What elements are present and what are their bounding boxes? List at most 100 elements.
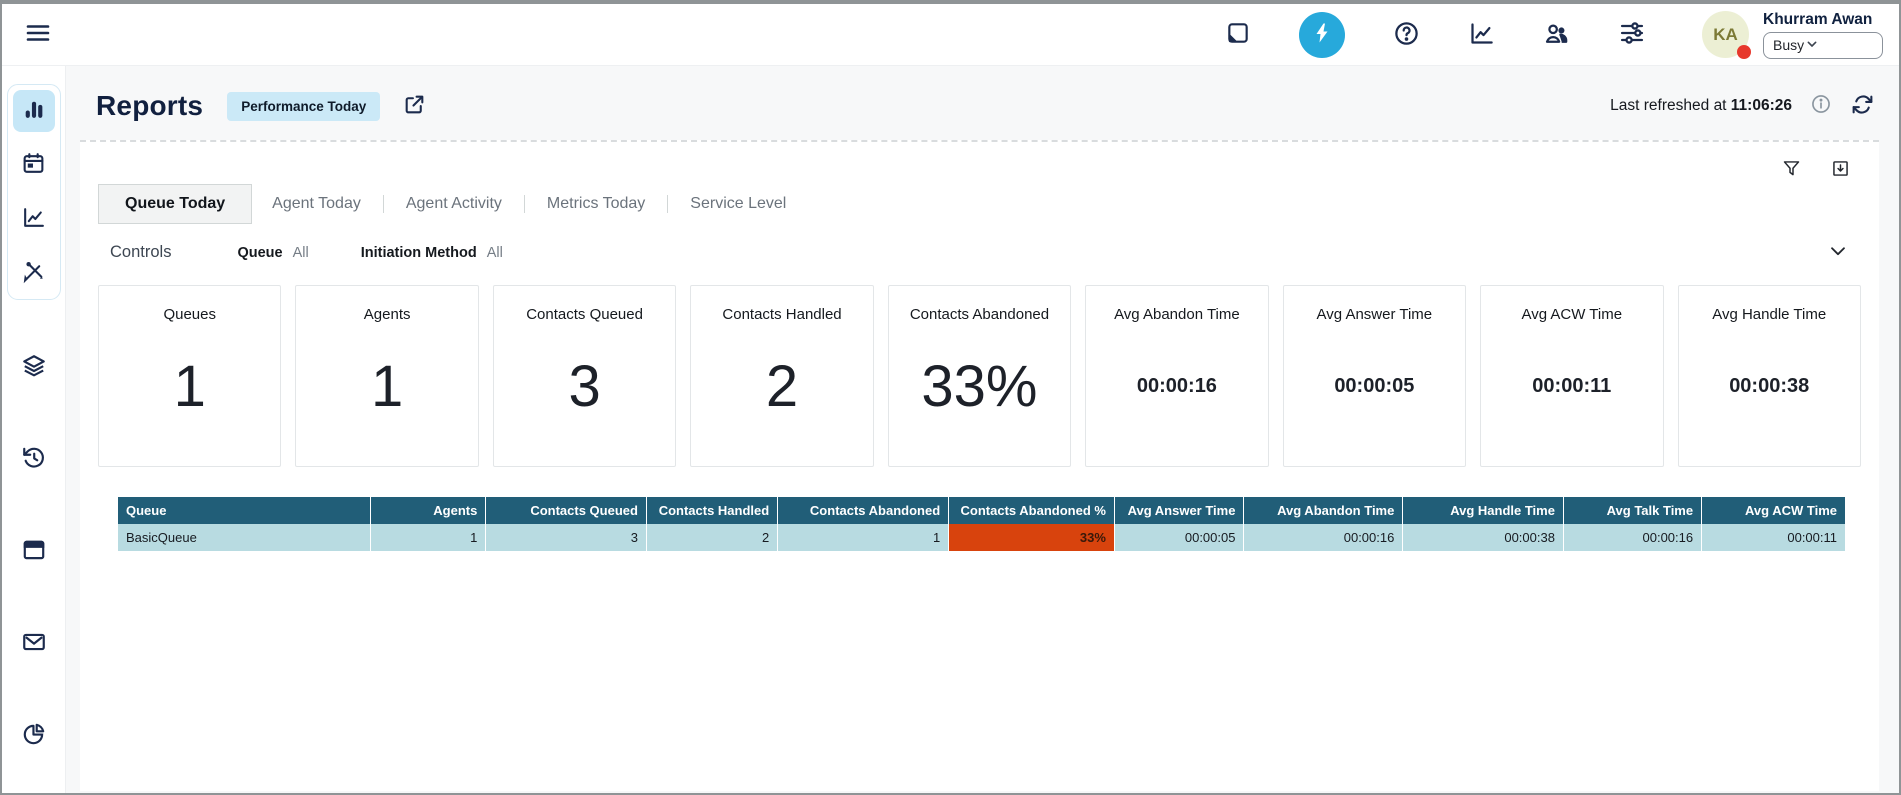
status-value: Busy	[1773, 37, 1804, 53]
report-badge: Performance Today	[227, 92, 380, 121]
sidebar-item-history[interactable]	[13, 438, 55, 480]
layers-icon	[21, 353, 47, 382]
tab-divider	[667, 195, 668, 213]
sliders-icon	[1618, 19, 1646, 50]
page-title: Reports	[96, 90, 203, 122]
users-button[interactable]	[1543, 20, 1570, 50]
cell-avg-handle-time: 00:00:38	[1403, 524, 1564, 551]
calendar-icon	[21, 151, 46, 179]
line-chart-icon	[21, 205, 46, 233]
lightning-icon	[1310, 21, 1334, 48]
column-header[interactable]: Avg ACW Time	[1702, 497, 1845, 524]
user-info: Khurram Awan Busy	[1763, 11, 1883, 59]
open-in-new-window-button[interactable]	[402, 92, 427, 120]
quick-connects-button[interactable]	[1299, 12, 1345, 58]
user-name: Khurram Awan	[1763, 11, 1883, 29]
tab-queue-today[interactable]: Queue Today	[98, 184, 252, 224]
tab-agent-activity[interactable]: Agent Activity	[386, 184, 522, 224]
column-header[interactable]: Avg Answer Time	[1114, 497, 1244, 524]
tab-service-level[interactable]: Service Level	[670, 184, 806, 224]
sidebar-item-schedule[interactable]	[13, 144, 55, 186]
last-refreshed-time: 11:06:26	[1731, 97, 1792, 114]
kpi-card-avg-handle-time: Avg Handle Time 00:00:38	[1678, 285, 1861, 467]
top-bar: KA Khurram Awan Busy	[2, 4, 1899, 66]
tab-metrics-today[interactable]: Metrics Today	[527, 184, 665, 224]
kpi-card-contacts-abandoned: Contacts Abandoned 33%	[888, 285, 1071, 467]
sidebar-item-reports[interactable]	[13, 90, 55, 132]
help-button[interactable]	[1393, 20, 1420, 50]
column-header[interactable]: Contacts Queued	[486, 497, 647, 524]
busy-status-dot	[1737, 45, 1751, 59]
initiation-method-filter[interactable]: Initiation Method All	[361, 245, 503, 261]
column-header[interactable]: Avg Handle Time	[1403, 497, 1564, 524]
column-header[interactable]: Avg Talk Time	[1563, 497, 1701, 524]
cell-contacts-handled: 2	[646, 524, 777, 551]
filter-button[interactable]	[1781, 158, 1802, 182]
hamburger-menu-button[interactable]	[20, 17, 56, 52]
queue-metrics-table-wrap: Queue Agents Contacts Queued Contacts Ha…	[118, 497, 1845, 551]
sidebar-item-mail[interactable]	[13, 622, 55, 664]
column-header[interactable]: Agents	[370, 497, 486, 524]
sidebar-item-pie-reports[interactable]	[13, 714, 55, 756]
refresh-area: Last refreshed at 11:06:26	[1610, 92, 1875, 120]
report-widget-card: Queue Today Agent Today Agent Activity M…	[80, 140, 1879, 791]
avatar[interactable]: KA	[1702, 11, 1749, 58]
refresh-button[interactable]	[1850, 92, 1875, 120]
line-chart-icon	[1468, 20, 1495, 50]
settings-sliders-button[interactable]	[1618, 19, 1646, 50]
cell-queue-name: BasicQueue	[118, 524, 370, 551]
column-header[interactable]: Contacts Abandoned	[778, 497, 949, 524]
cell-contacts-queued: 3	[486, 524, 647, 551]
left-sidebar	[2, 66, 66, 793]
collapse-controls-button[interactable]	[1827, 240, 1849, 265]
download-button[interactable]	[1830, 158, 1851, 182]
cell-contacts-abandoned-pct: 33%	[949, 524, 1115, 551]
tab-divider	[383, 195, 384, 213]
cell-avg-abandon-time: 00:00:16	[1244, 524, 1403, 551]
design-brush-icon	[21, 259, 46, 287]
sidebar-group-secondary	[13, 346, 55, 795]
refresh-icon	[1850, 92, 1875, 120]
table-header-row: Queue Agents Contacts Queued Contacts Ha…	[118, 497, 1845, 524]
column-header[interactable]: Queue	[118, 497, 370, 524]
column-header[interactable]: Contacts Abandoned %	[949, 497, 1115, 524]
external-link-icon	[402, 92, 427, 120]
queue-filter[interactable]: Queue All	[237, 245, 308, 261]
info-icon[interactable]	[1810, 93, 1832, 120]
history-icon	[21, 445, 47, 474]
notes-button[interactable]	[1225, 20, 1251, 49]
kpi-card-contacts-handled: Contacts Handled 2	[690, 285, 873, 467]
app-window: KA Khurram Awan Busy	[0, 0, 1901, 795]
controls-bar: Controls Queue All Initiation Method All	[98, 224, 1861, 279]
pie-chart-icon	[21, 721, 47, 750]
help-icon	[1393, 20, 1420, 50]
sidebar-item-design[interactable]	[13, 252, 55, 294]
cell-agents: 1	[370, 524, 486, 551]
report-tabs: Queue Today Agent Today Agent Activity M…	[98, 184, 1861, 224]
metrics-button[interactable]	[1468, 20, 1495, 50]
kpi-card-avg-answer-time: Avg Answer Time 00:00:05	[1283, 285, 1466, 467]
filter-icon	[1781, 158, 1802, 182]
column-header[interactable]: Avg Abandon Time	[1244, 497, 1403, 524]
mail-icon	[21, 629, 47, 658]
main-content: Reports Performance Today Last refreshed…	[66, 66, 1899, 793]
status-dropdown[interactable]: Busy	[1763, 32, 1883, 59]
topbar-icons	[1225, 12, 1646, 58]
window-icon	[21, 537, 47, 566]
sidebar-item-browser[interactable]	[13, 530, 55, 572]
last-refreshed-text: Last refreshed at 11:06:26	[1610, 97, 1792, 115]
sidebar-item-metrics[interactable]	[13, 198, 55, 240]
sidebar-item-layers[interactable]	[13, 346, 55, 388]
controls-title: Controls	[110, 243, 171, 262]
cell-avg-talk-time: 00:00:16	[1563, 524, 1701, 551]
sidebar-group-analytics	[7, 84, 61, 300]
download-icon	[1830, 158, 1851, 182]
column-header[interactable]: Contacts Handled	[646, 497, 777, 524]
kpi-card-queues: Queues 1	[98, 285, 281, 467]
tab-agent-today[interactable]: Agent Today	[252, 184, 381, 224]
chevron-down-icon	[1827, 240, 1849, 265]
tab-divider	[524, 195, 525, 213]
table-row[interactable]: BasicQueue 1 3 2 1 33% 00:00:05 00:00:16…	[118, 524, 1845, 551]
kpi-card-agents: Agents 1	[295, 285, 478, 467]
cell-avg-acw-time: 00:00:11	[1702, 524, 1845, 551]
